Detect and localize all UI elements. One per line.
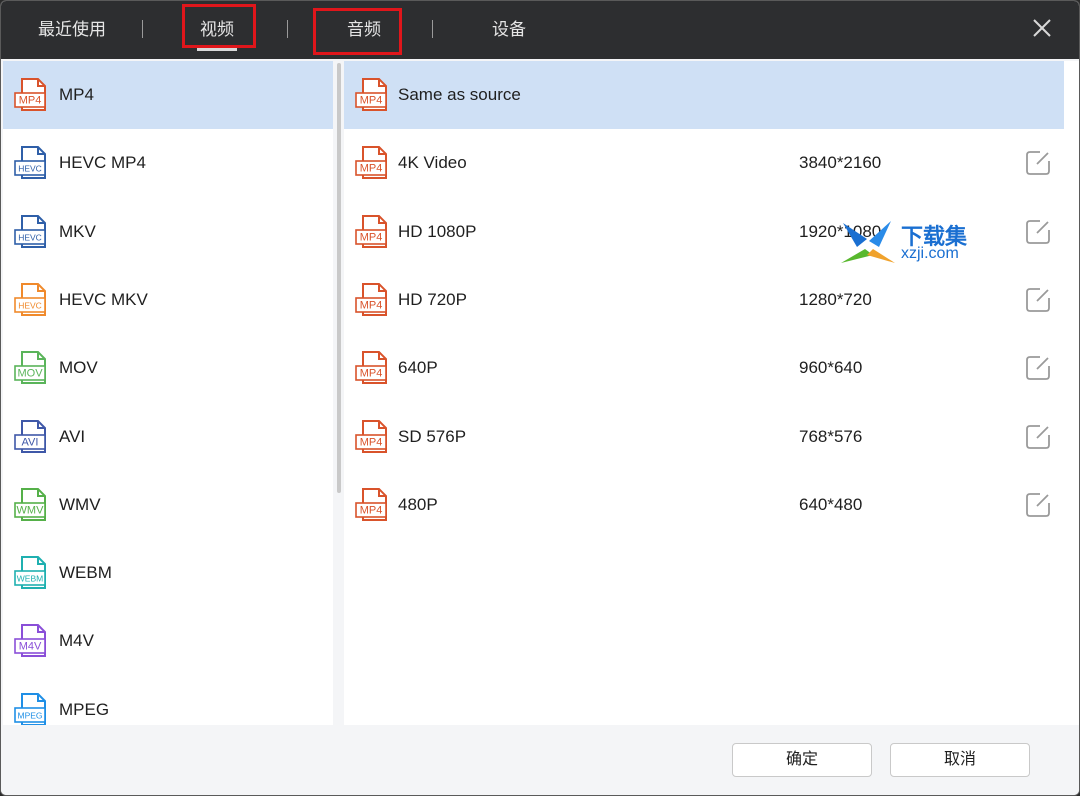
format-item-avi[interactable]: AVI AVI [3,403,333,471]
edit-icon[interactable] [1024,423,1052,451]
tab-device[interactable]: 设备 [489,1,529,59]
file-format-icon: MOV [13,349,51,387]
svg-text:MPEG: MPEG [17,710,42,720]
file-format-icon: MP4 [13,76,51,114]
file-format-icon: MPEG [13,691,51,725]
preset-label: HD 720P [398,289,467,309]
format-item-label: WMV [59,494,101,514]
highlight-box-audio [313,8,402,55]
mp4-file-icon: MP4 [354,144,392,182]
svg-text:MP4: MP4 [360,231,383,243]
mp4-file-icon: MP4 [354,213,392,251]
edit-icon[interactable] [1024,286,1052,314]
file-format-icon: M4V [13,622,51,660]
preset-resolution: 960*640 [799,358,863,378]
svg-text:MP4: MP4 [360,299,383,311]
watermark-url: xzji.com [901,245,959,262]
cancel-button[interactable]: 取消 [890,743,1030,777]
preset-item[interactable]: MP4 640P 960*640 [344,334,1064,402]
svg-text:HEVC: HEVC [18,232,42,242]
edit-icon[interactable] [1024,491,1052,519]
mp4-file-icon: MP4 [354,349,392,387]
file-format-icon: WEBM [13,554,51,592]
format-item-label: HEVC MKV [59,289,148,309]
preset-label: Same as source [398,85,521,104]
svg-text:MOV: MOV [17,368,43,380]
format-item-label: MOV [59,358,98,378]
preset-resolution: 1280*720 [799,289,872,309]
confirm-button[interactable]: 确定 [732,743,872,777]
preset-resolution: 3840*2160 [799,153,882,173]
dialog-footer: 确定 取消 [1,725,1079,795]
preset-label: HD 1080P [398,221,477,241]
svg-text:HEVC: HEVC [18,300,42,310]
tab-bar: 最近使用 视频 音频 设备 [1,1,1079,59]
tab-separator [142,20,143,38]
format-item-mp4[interactable]: MP4 MP4 [3,61,333,129]
watermark-logo-icon [841,221,895,263]
svg-text:HEVC: HEVC [18,164,42,174]
preset-item[interactable]: MP4 4K Video 3840*2160 [344,129,1064,197]
watermark: 下载集 xzji.com [839,219,999,269]
preset-resolution: 768*576 [799,426,863,446]
format-item-hevc-mp4[interactable]: HEVC HEVC MP4 [3,129,333,197]
preset-label: 640P [398,358,438,378]
close-icon[interactable] [1027,13,1057,43]
format-item-label: M4V [59,631,94,651]
preset-item[interactable]: MP4 SD 576P 768*576 [344,403,1064,471]
file-format-icon: HEVC [13,213,51,251]
format-list[interactable]: MP4 MP4 HEVC HEVC MP4 HEVC MKV HEVC HEVC MKV MOV… [3,61,333,725]
format-item-webm[interactable]: WEBM WEBM [3,539,333,607]
format-item-label: AVI [59,426,86,446]
format-list-scrollbar[interactable] [337,63,341,493]
preset-label: SD 576P [398,426,467,446]
preset-item[interactable]: MP4 Same as source [344,61,1064,129]
svg-text:MP4: MP4 [360,368,383,380]
format-item-mov[interactable]: MOV MOV [3,334,333,402]
mp4-file-icon: MP4 [354,486,392,524]
edit-icon[interactable] [1024,354,1052,382]
format-item-mkv[interactable]: HEVC MKV [3,198,333,266]
highlight-box-video [182,4,256,48]
edit-icon[interactable] [1024,218,1052,246]
format-item-label: MPEG [59,699,110,719]
svg-text:MP4: MP4 [360,95,383,107]
preset-resolution: 640*480 [799,494,863,514]
svg-text:WEBM: WEBM [17,574,43,584]
file-format-icon: AVI [13,418,51,456]
svg-text:MP4: MP4 [19,95,42,107]
svg-text:WMV: WMV [17,504,45,516]
mp4-file-icon: MP4 [354,281,392,319]
tab-separator [432,20,433,38]
preset-item[interactable]: MP4 HD 720P 1280*720 [344,266,1064,334]
format-item-m4v[interactable]: M4V M4V [3,607,333,675]
format-dialog: 最近使用 视频 音频 设备 MP4 MP4 HEVC HEVC MP4 HEVC MKV H… [0,0,1080,796]
edit-icon[interactable] [1024,149,1052,177]
svg-text:MP4: MP4 [360,504,383,516]
format-item-label: WEBM [59,563,112,583]
format-item-wmv[interactable]: WMV WMV [3,471,333,539]
format-item-label: MKV [59,221,96,241]
preset-item[interactable]: MP4 480P 640*480 [344,471,1064,539]
mp4-file-icon: MP4 [354,418,392,456]
file-format-icon: HEVC [13,144,51,182]
svg-text:MP4: MP4 [360,163,383,175]
preset-label: 4K Video [398,153,467,173]
svg-text:M4V: M4V [19,641,42,653]
file-format-icon: HEVC [13,281,51,319]
svg-text:MP4: MP4 [360,436,383,448]
format-item-hevc-mkv[interactable]: HEVC HEVC MKV [3,266,333,334]
tab-separator [287,20,288,38]
svg-text:AVI: AVI [22,436,39,448]
preset-list: MP4 Same as source MP4 4K Video 3840*2160 MP4… [344,61,1079,725]
format-item-label: MP4 [59,85,94,104]
format-item-mpeg[interactable]: MPEG MPEG [3,676,333,725]
format-item-label: HEVC MP4 [59,153,146,173]
tab-recent[interactable]: 最近使用 [37,1,107,59]
preset-label: 480P [398,494,438,514]
file-format-icon: WMV [13,486,51,524]
mp4-file-icon: MP4 [354,76,392,114]
